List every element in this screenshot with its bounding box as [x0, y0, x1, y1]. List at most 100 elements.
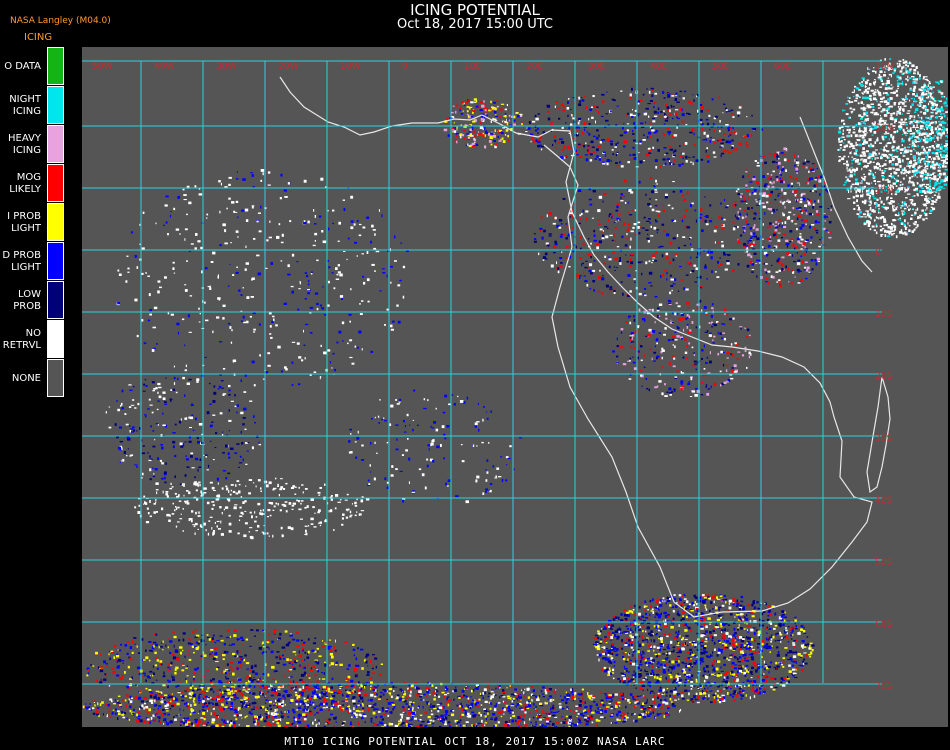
cloud-pixel	[704, 219, 707, 223]
cloud-pixel	[707, 250, 709, 254]
cloud-pixel	[320, 177, 324, 181]
cloud-pixel	[807, 182, 810, 185]
cloud-pixel	[685, 274, 689, 276]
cloud-pixel	[402, 265, 406, 269]
cloud-pixel	[354, 501, 357, 505]
cloud-pixel	[613, 288, 615, 290]
cloud-pixel	[303, 344, 306, 346]
cloud-pixel	[641, 385, 643, 387]
cloud-pixel	[600, 668, 604, 671]
cloud-pixel	[260, 169, 265, 172]
cloud-pixel	[907, 78, 909, 82]
cloud-pixel	[746, 213, 748, 216]
cloud-pixel	[670, 285, 674, 287]
cloud-pixel	[621, 235, 624, 237]
cloud-pixel	[765, 281, 768, 283]
cloud-pixel	[275, 502, 278, 505]
cloud-pixel	[453, 403, 456, 406]
cloud-pixel	[695, 219, 698, 223]
cloud-pixel	[553, 216, 555, 219]
cloud-pixel	[768, 208, 773, 211]
cloud-pixel	[184, 394, 186, 397]
cloud-pixel	[872, 106, 875, 109]
cloud-pixel	[234, 405, 237, 408]
cloud-pixel	[149, 515, 152, 518]
cloud-pixel	[298, 356, 302, 359]
cloud-pixel	[382, 272, 386, 274]
cloud-pixel	[757, 633, 760, 637]
cloud-pixel	[347, 508, 350, 511]
cloud-pixel	[665, 104, 668, 107]
cloud-pixel	[258, 443, 262, 446]
cloud-pixel	[122, 458, 125, 462]
cloud-pixel	[937, 120, 941, 123]
cloud-pixel	[370, 441, 372, 445]
cloud-pixel	[856, 199, 858, 203]
cloud-pixel	[462, 110, 464, 112]
cloud-pixel	[607, 227, 609, 230]
cloud-pixel	[705, 138, 708, 141]
cloud-pixel	[124, 413, 127, 415]
cloud-pixel	[355, 456, 358, 459]
cloud-pixel	[931, 177, 934, 180]
cloud-pixel	[244, 500, 247, 503]
cloud-pixel	[874, 171, 876, 174]
cloud-pixel	[269, 220, 271, 223]
cloud-pixel	[829, 231, 832, 234]
cloud-pixel	[863, 106, 865, 110]
cloud-pixel	[918, 77, 921, 80]
cloud-pixel	[776, 161, 778, 164]
cloud-pixel	[493, 140, 496, 142]
cloud-pixel	[758, 202, 761, 205]
cloud-pixel	[582, 242, 585, 246]
cloud-pixel	[268, 501, 272, 504]
cloud-pixel	[184, 289, 188, 292]
cloud-pixel	[929, 209, 933, 213]
cloud-pixel	[902, 177, 905, 180]
cloud-pixel	[452, 105, 455, 107]
cloud-pixel	[606, 162, 609, 166]
cloud-pixel	[795, 207, 799, 209]
cloud-pixel	[612, 251, 615, 254]
cloud-pixel	[230, 447, 234, 450]
cloud-pixel	[890, 136, 892, 138]
cloud-pixel	[611, 239, 614, 242]
cloud-pixel	[854, 134, 858, 138]
cloud-pixel	[488, 109, 491, 112]
cloud-pixel	[873, 197, 877, 200]
cloud-pixel	[884, 136, 887, 139]
cloud-pixel	[907, 171, 910, 174]
cloud-pixel	[497, 136, 499, 138]
cloud-pixel	[684, 351, 688, 354]
cloud-pixel	[592, 95, 595, 98]
cloud-pixel	[668, 303, 672, 305]
cloud-pixel	[901, 134, 903, 136]
cloud-pixel	[804, 261, 808, 263]
cloud-pixel	[244, 208, 249, 212]
cloud-pixel	[941, 143, 943, 146]
cloud-pixel	[582, 262, 585, 265]
cloud-pixel	[874, 79, 876, 81]
cloud-pixel	[908, 176, 912, 180]
cloud-pixel	[284, 501, 288, 503]
cloud-pixel	[888, 138, 890, 141]
cloud-pixel	[623, 145, 626, 148]
cloud-pixel	[205, 217, 208, 219]
cloud-pixel	[214, 447, 217, 449]
cloud-pixel	[878, 209, 880, 212]
cloud-pixel	[596, 242, 600, 246]
cloud-pixel	[773, 666, 775, 668]
cloud-pixel	[117, 269, 120, 272]
cloud-pixel	[643, 112, 648, 116]
cloud-pixel	[780, 263, 784, 267]
cloud-pixel	[585, 260, 588, 262]
cloud-pixel	[579, 275, 581, 279]
cloud-pixel	[865, 119, 869, 121]
cloud-pixel	[235, 230, 239, 233]
cloud-pixel	[158, 386, 162, 389]
cloud-pixel	[240, 320, 244, 322]
cloud-pixel	[145, 272, 147, 274]
cloud-pixel	[917, 160, 920, 164]
cloud-pixel	[631, 341, 635, 343]
legend-swatch	[47, 125, 64, 163]
